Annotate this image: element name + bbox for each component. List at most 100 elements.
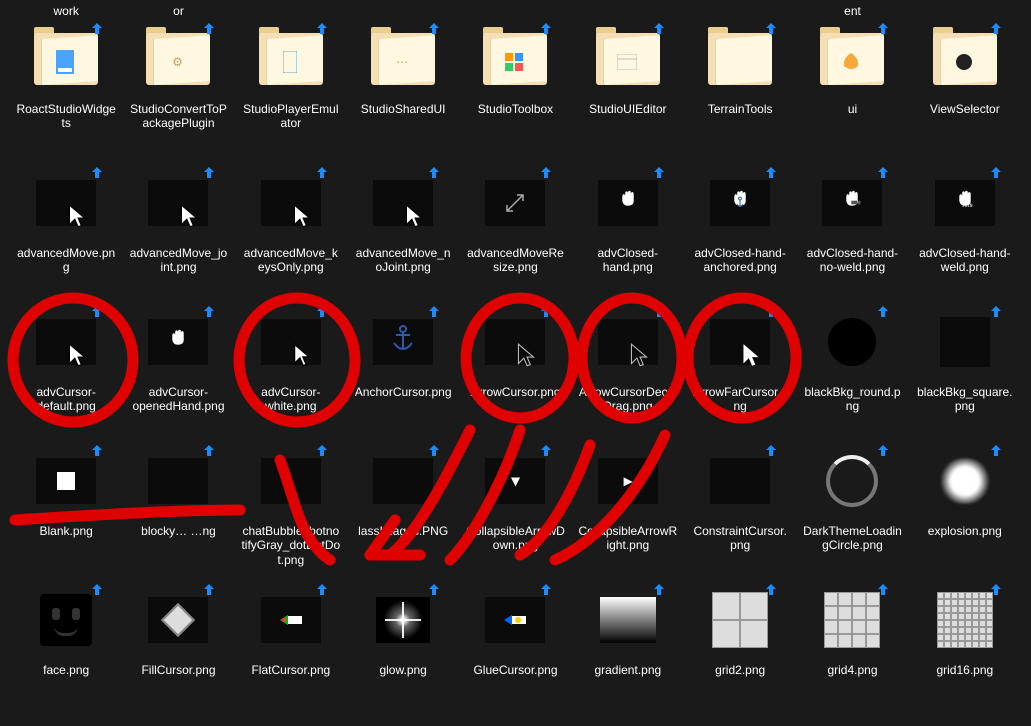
truncated-label: work [12, 0, 120, 20]
sync-badge-icon [89, 442, 105, 458]
row3-thumb [928, 305, 1002, 379]
row2-thumb [254, 166, 328, 240]
folders-item[interactable]: StudioPlayerEmulator [237, 18, 345, 158]
sync-badge-icon [763, 164, 779, 180]
sync-badge-icon [651, 303, 667, 319]
folder-icon [708, 33, 772, 85]
row2-item[interactable]: advClosed-hand-anchored.png [686, 162, 794, 297]
sync-badge-icon [875, 164, 891, 180]
row2-thumb: JOIN [928, 166, 1002, 240]
row2-item[interactable]: advancedMove_noJoint.png [349, 162, 457, 297]
item-label: advClosed-hand.png [578, 246, 678, 275]
black-round-icon [828, 318, 876, 366]
item-label: GlueCursor.png [473, 663, 557, 677]
folder-icon [596, 33, 660, 85]
sync-badge-icon [875, 442, 891, 458]
sync-badge-icon [538, 303, 554, 319]
row5-item[interactable]: gradient.png [574, 579, 682, 714]
row2-thumb [478, 166, 552, 240]
sync-badge-icon [201, 442, 217, 458]
hand-cursor-icon [618, 190, 638, 216]
row4-item[interactable]: ▸ CollapsibleArrowRight.png [574, 440, 682, 575]
item-label: TerrainTools [708, 102, 773, 116]
item-label: RoactStudioWidgets [16, 102, 116, 131]
row4-item[interactable]: lassImages.PNG [349, 440, 457, 575]
item-label: advClosed-hand-no-weld.png [802, 246, 902, 275]
row3-item[interactable]: blackBkg_square.png [911, 301, 1019, 436]
sync-badge-icon [89, 164, 105, 180]
row5-item[interactable]: grid2.png [686, 579, 794, 714]
item-label: blackBkg_round.png [802, 385, 902, 414]
folders-item[interactable]: ui [798, 18, 906, 158]
anchor-icon [391, 325, 415, 359]
item-label: advancedMove_joint.png [128, 246, 228, 275]
row4-item[interactable]: blocky… …ng [124, 440, 232, 575]
sync-badge-icon [651, 581, 667, 597]
folders-item[interactable]: ⋯ StudioSharedUI [349, 18, 457, 158]
sync-badge-icon [201, 303, 217, 319]
white-square-icon [57, 472, 75, 490]
folders-item[interactable]: StudioToolbox [461, 18, 569, 158]
item-label: StudioConvertToPackagePlugin [128, 102, 228, 131]
file-grid: work or ent RoactStudioWidgets ⚙ StudioCon… [0, 0, 1031, 726]
row5-item[interactable]: glow.png [349, 579, 457, 714]
row5-item[interactable]: FlatCursor.png [237, 579, 345, 714]
row2-item[interactable]: advClosed-hand-no-weld.png [798, 162, 906, 297]
item-label: ent [844, 4, 861, 18]
row3-item[interactable]: ArrowFarCursor.png [686, 301, 794, 436]
row4-item[interactable]: chatBubble_botnotifyGray_dotDotDot.png [237, 440, 345, 575]
row2-item[interactable]: advancedMoveResize.png [461, 162, 569, 297]
item-label: DarkThemeLoadingCircle.png [802, 524, 902, 553]
item-label: advCursor-white.png [241, 385, 341, 414]
chevron-right-icon: ▸ [624, 471, 632, 491]
row4-thumb [815, 444, 889, 518]
row3-item[interactable]: advCursor-white.png [237, 301, 345, 436]
folders-item[interactable]: TerrainTools [686, 18, 794, 158]
sync-badge-icon [314, 581, 330, 597]
row3-item[interactable]: blackBkg_round.png [798, 301, 906, 436]
folders-item[interactable]: StudioUIEditor [574, 18, 682, 158]
row3-thumb [366, 305, 440, 379]
item-label: gradient.png [594, 663, 661, 677]
row4-item[interactable]: DarkThemeLoadingCircle.png [798, 440, 906, 575]
truncated-label [349, 0, 457, 20]
row5-item[interactable]: GlueCursor.png [461, 579, 569, 714]
row4-item[interactable]: ConstraintCursor.png [686, 440, 794, 575]
hand-cursor-icon [842, 190, 862, 216]
explosion-icon [938, 458, 992, 504]
glow-icon [376, 597, 430, 643]
truncated-label [574, 0, 682, 20]
chevron-down-icon: ▾ [511, 471, 519, 491]
row4-item[interactable]: explosion.png [911, 440, 1019, 575]
sync-badge-icon [89, 303, 105, 319]
row5-item[interactable]: grid4.png [798, 579, 906, 714]
row3-item[interactable]: advCursor-default.png [12, 301, 120, 436]
sync-badge-icon [426, 581, 442, 597]
row4-item[interactable]: Blank.png [12, 440, 120, 575]
item-label: CollapsibleArrowDown.png [465, 524, 565, 553]
row3-item[interactable]: advCursor-openedHand.png [124, 301, 232, 436]
row3-item[interactable]: ArrowCursor.png [461, 301, 569, 436]
item-label: ViewSelector [930, 102, 1000, 116]
folders-item[interactable]: RoactStudioWidgets [12, 18, 120, 158]
row3-item[interactable]: ArrowCursorDecalDrag.png [574, 301, 682, 436]
row4-item[interactable]: ▾ CollapsibleArrowDown.png [461, 440, 569, 575]
item-label: blocky… …ng [141, 524, 216, 538]
item-label: explosion.png [928, 524, 1002, 538]
row2-item[interactable]: advancedMove_joint.png [124, 162, 232, 297]
item-label: or [173, 4, 184, 18]
folders-item[interactable]: ⚙ StudioConvertToPackagePlugin [124, 18, 232, 158]
folders-item[interactable]: ViewSelector [911, 18, 1019, 158]
row2-item[interactable]: advancedMove.png [12, 162, 120, 297]
row5-item[interactable]: FillCursor.png [124, 579, 232, 714]
sync-badge-icon [426, 442, 442, 458]
row2-item[interactable]: advancedMove_keysOnly.png [237, 162, 345, 297]
row2-item[interactable]: JOIN advClosed-hand-weld.png [911, 162, 1019, 297]
row2-item[interactable]: advClosed-hand.png [574, 162, 682, 297]
row3-item[interactable]: AnchorCursor.png [349, 301, 457, 436]
row5-item[interactable]: face.png [12, 579, 120, 714]
black-square-icon [940, 317, 990, 367]
folder-icon [820, 33, 884, 85]
row5-item[interactable]: grid16.png [911, 579, 1019, 714]
row3-thumb [141, 305, 215, 379]
